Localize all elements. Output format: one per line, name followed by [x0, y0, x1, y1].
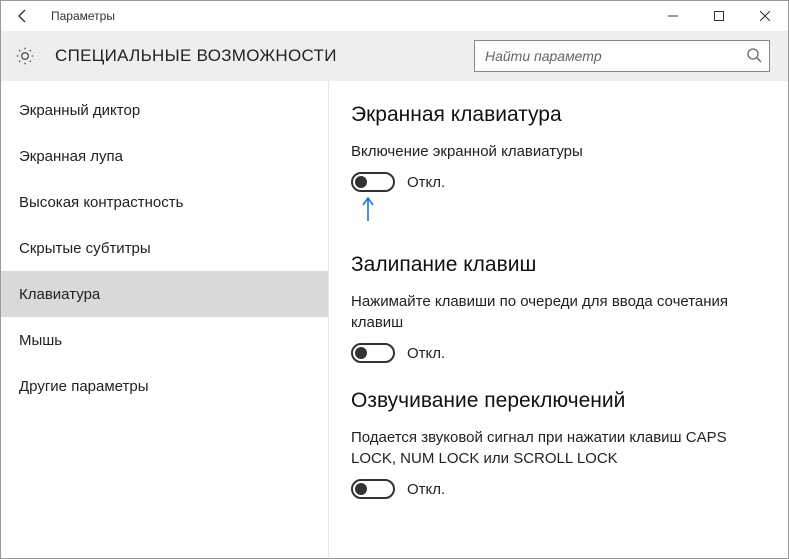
sidebar-item-keyboard[interactable]: Клавиатура	[1, 271, 328, 317]
minimize-icon	[668, 11, 678, 21]
section-heading-toggle-keys: Озвучивание переключений	[351, 389, 760, 413]
toggle-row-sticky-keys: Откл.	[351, 343, 760, 363]
toggle-knob	[355, 347, 367, 359]
toggle-knob	[355, 176, 367, 188]
sidebar-item-closed-captions[interactable]: Скрытые субтитры	[1, 225, 328, 271]
sidebar-item-label: Экранная лупа	[19, 148, 123, 165]
sidebar-item-label: Высокая контрастность	[19, 194, 183, 211]
search-input[interactable]	[474, 40, 770, 72]
body: Экранный диктор Экранная лупа Высокая ко…	[1, 81, 788, 558]
sidebar-item-other[interactable]: Другие параметры	[1, 363, 328, 409]
sidebar-item-label: Клавиатура	[19, 286, 100, 303]
search-wrap	[474, 40, 770, 72]
minimize-button[interactable]	[650, 1, 696, 31]
toggle-sticky-keys[interactable]	[351, 343, 395, 363]
close-icon	[760, 11, 770, 21]
toggle-state-label: Откл.	[407, 174, 445, 191]
sidebar-item-high-contrast[interactable]: Высокая контрастность	[1, 179, 328, 225]
maximize-button[interactable]	[696, 1, 742, 31]
sidebar-item-mouse[interactable]: Мышь	[1, 317, 328, 363]
section-description: Нажимайте клавиши по очереди для ввода с…	[351, 291, 760, 333]
sidebar-item-narrator[interactable]: Экранный диктор	[1, 87, 328, 133]
toggle-state-label: Откл.	[407, 481, 445, 498]
toggle-state-label: Откл.	[407, 345, 445, 362]
toggle-onscreen-keyboard[interactable]	[351, 172, 395, 192]
sidebar-item-label: Другие параметры	[19, 378, 149, 395]
section-heading-sticky-keys: Залипание клавиш	[351, 253, 760, 277]
header: СПЕЦИАЛЬНЫЕ ВОЗМОЖНОСТИ	[1, 31, 788, 81]
section-description: Подается звуковой сигнал при нажатии кла…	[351, 427, 760, 469]
section-heading-onscreen-keyboard: Экранная клавиатура	[351, 103, 760, 127]
arrow-left-icon	[15, 8, 31, 24]
page-title: СПЕЦИАЛЬНЫЕ ВОЗМОЖНОСТИ	[55, 46, 337, 66]
titlebar: Параметры	[1, 1, 788, 31]
sidebar-item-label: Мышь	[19, 332, 62, 349]
window-title: Параметры	[51, 9, 115, 23]
toggle-knob	[355, 483, 367, 495]
section-description: Включение экранной клавиатуры	[351, 141, 760, 162]
close-button[interactable]	[742, 1, 788, 31]
toggle-toggle-keys[interactable]	[351, 479, 395, 499]
arrow-up-icon	[361, 196, 375, 222]
back-button[interactable]	[1, 1, 45, 31]
content: Экранная клавиатура Включение экранной к…	[329, 81, 788, 558]
annotation-arrow	[361, 196, 760, 227]
sidebar-item-magnifier[interactable]: Экранная лупа	[1, 133, 328, 179]
toggle-row-toggle-keys: Откл.	[351, 479, 760, 499]
sidebar-item-label: Экранный диктор	[19, 102, 140, 119]
toggle-row-onscreen-keyboard: Откл.	[351, 172, 760, 192]
sidebar-item-label: Скрытые субтитры	[19, 240, 151, 257]
window-controls	[650, 1, 788, 31]
maximize-icon	[714, 11, 724, 21]
gear-icon	[15, 46, 35, 66]
sidebar: Экранный диктор Экранная лупа Высокая ко…	[1, 81, 329, 558]
